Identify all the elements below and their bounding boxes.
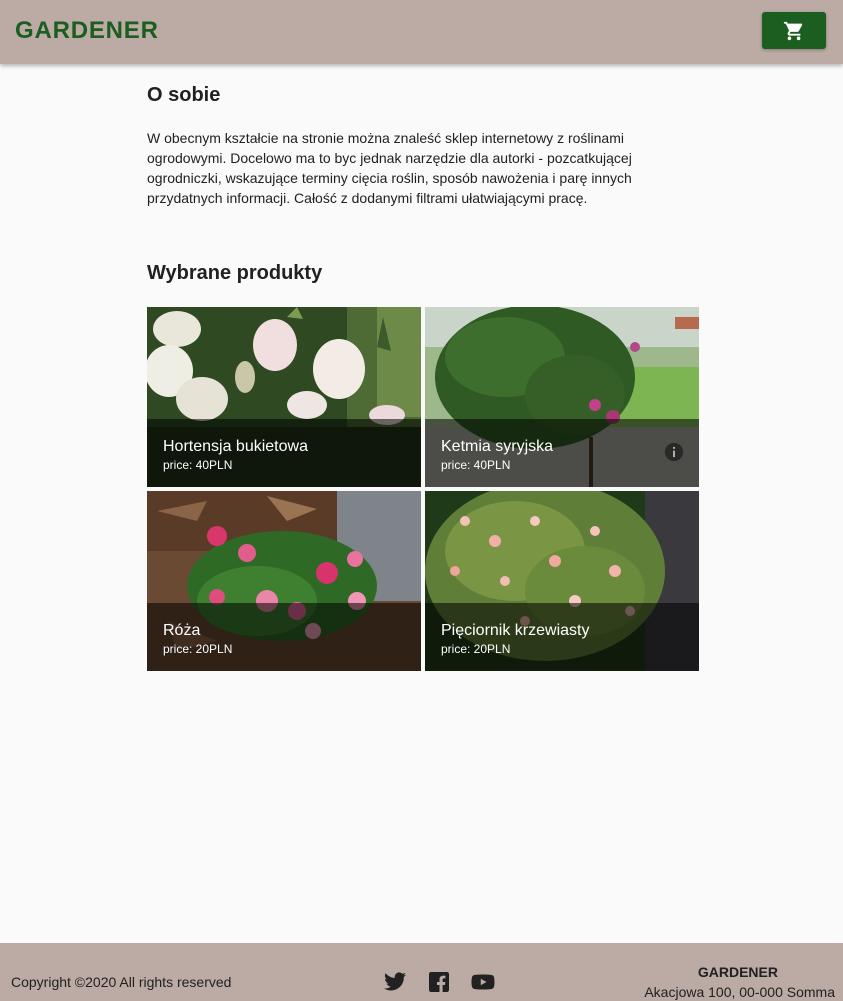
product-grid: Hortensja bukietowa price: 40PLN Ketmia … bbox=[147, 307, 699, 671]
products-title: Wybrane produkty bbox=[147, 262, 323, 284]
about-title: O sobie bbox=[147, 84, 221, 106]
logo[interactable]: GARDENER bbox=[15, 17, 159, 45]
product-tile[interactable]: Hortensja bukietowa price: 40PLN bbox=[147, 307, 421, 487]
copyright-text: Copyright ©2020 All rights reserved bbox=[11, 974, 232, 990]
product-name: Ketmia syryjska bbox=[441, 438, 554, 455]
product-tile[interactable]: Ketmia syryjska price: 40PLN bbox=[425, 307, 699, 487]
product-name: Pięciornik krzewiasty bbox=[441, 622, 590, 639]
app-header: GARDENER bbox=[0, 0, 843, 64]
product-price: price: 20PLN bbox=[441, 642, 511, 656]
info-icon[interactable] bbox=[663, 441, 685, 463]
app-footer: Copyright ©2020 All rights reserved GARD… bbox=[0, 943, 843, 1001]
product-tile[interactable]: Pięciornik krzewiasty price: 20PLN bbox=[425, 491, 699, 671]
twitter-icon[interactable] bbox=[383, 970, 407, 994]
product-price: price: 40PLN bbox=[441, 458, 511, 472]
cart-button[interactable] bbox=[762, 12, 826, 49]
product-price: price: 40PLN bbox=[163, 458, 233, 472]
product-name: Róża bbox=[163, 622, 201, 639]
product-tile[interactable]: Róża price: 20PLN bbox=[147, 491, 421, 671]
facebook-icon[interactable] bbox=[427, 970, 451, 994]
shopping-cart-icon bbox=[783, 21, 803, 40]
about-text: W obecnym kształcie na stronie można zna… bbox=[147, 130, 632, 206]
footer-address: Akacjowa 100, 00-000 Somma bbox=[644, 984, 835, 1000]
footer-brand: GARDENER bbox=[697, 964, 778, 980]
product-price: price: 20PLN bbox=[163, 642, 233, 656]
product-name: Hortensja bukietowa bbox=[163, 438, 308, 455]
youtube-icon[interactable] bbox=[471, 970, 495, 994]
